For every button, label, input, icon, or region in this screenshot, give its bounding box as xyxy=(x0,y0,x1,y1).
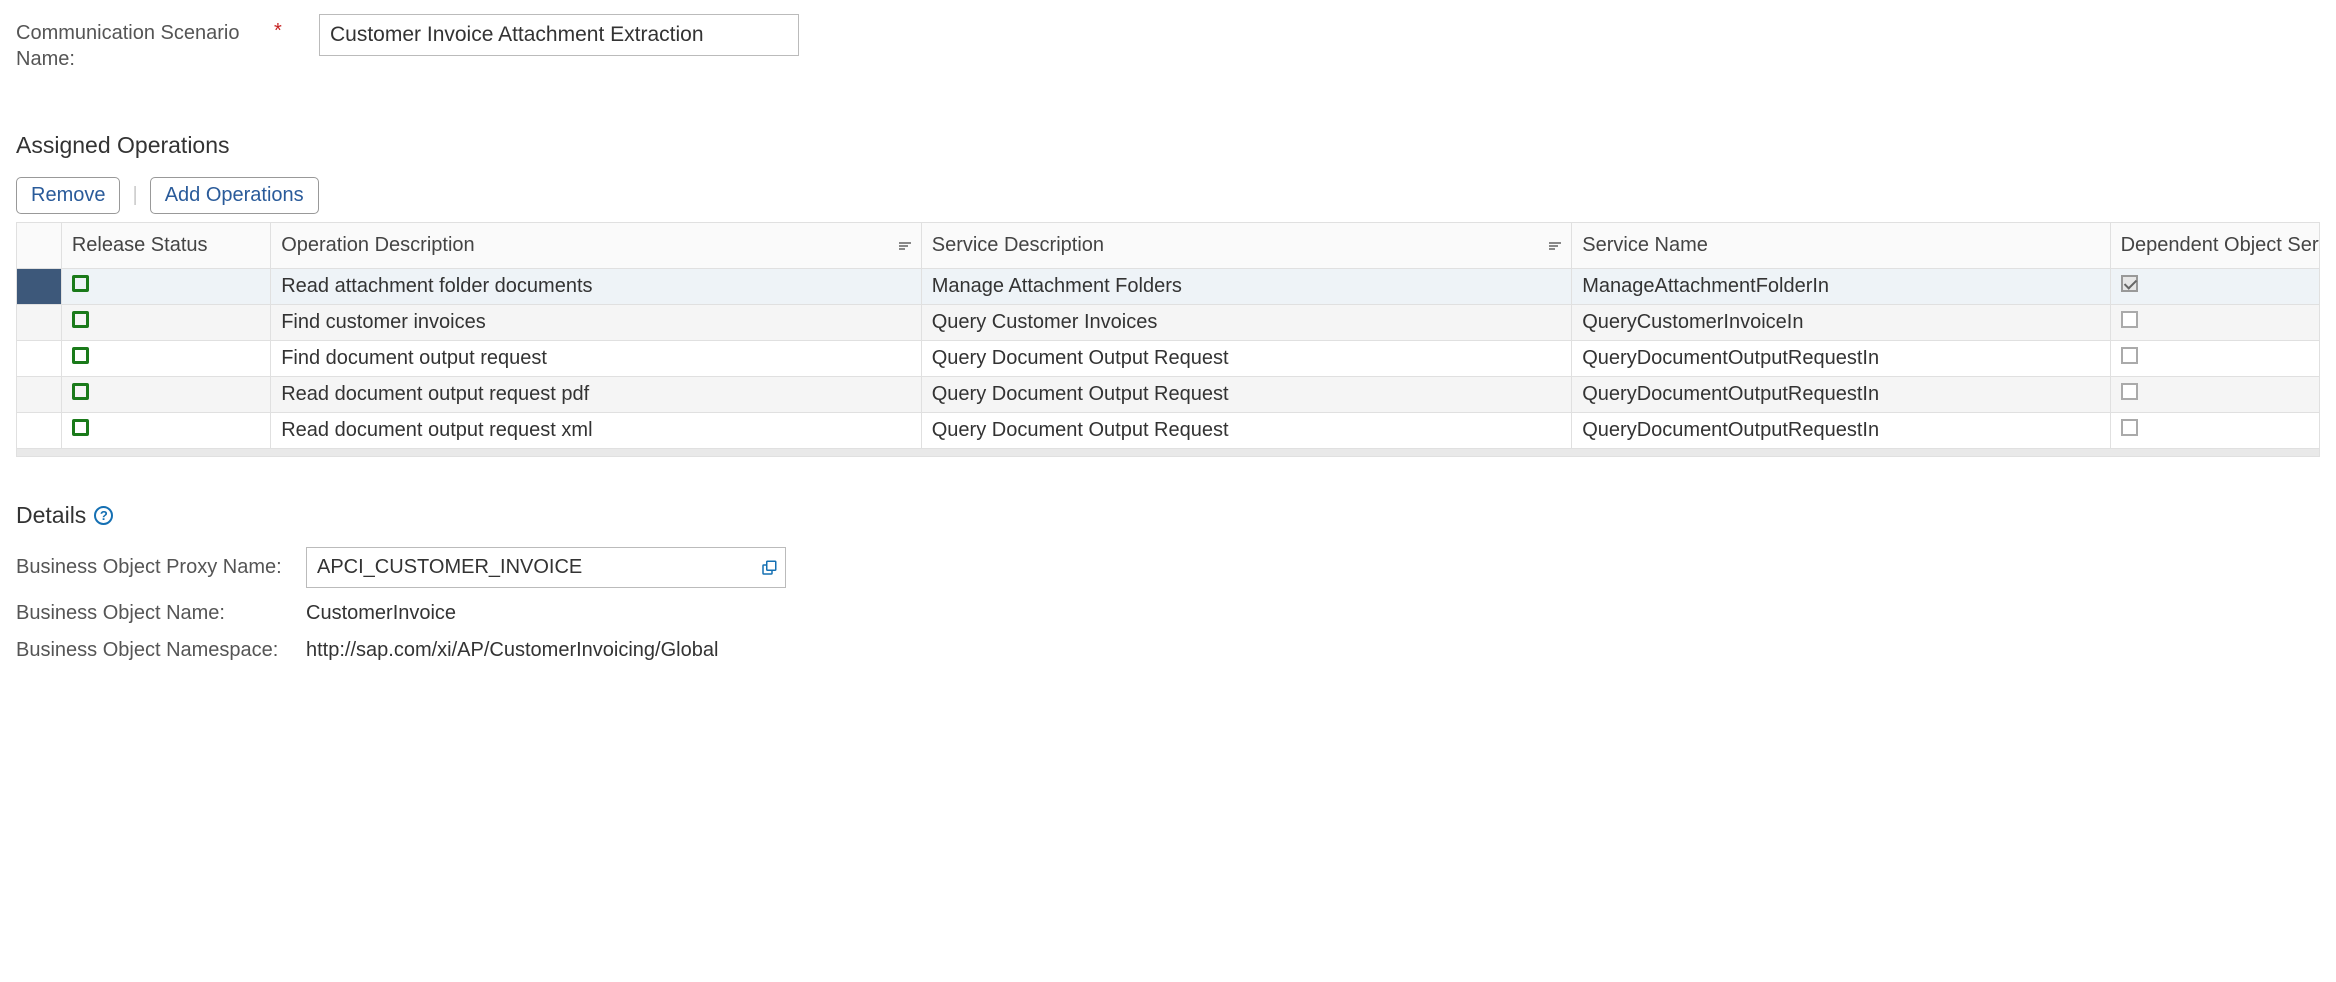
col-operation-description[interactable]: Operation Description xyxy=(271,223,922,269)
service-name-cell: QueryCustomerInvoiceIn xyxy=(1572,305,2110,341)
operation-description-cell: Find document output request xyxy=(271,341,922,377)
col-select xyxy=(17,223,62,269)
col-service-description[interactable]: Service Description xyxy=(921,223,1572,269)
namespace-label: Business Object Namespace: xyxy=(16,639,306,662)
service-description-cell: Query Document Output Request xyxy=(921,341,1572,377)
service-description-cell: Manage Attachment Folders xyxy=(921,269,1572,305)
col-operation-description-label: Operation Description xyxy=(281,234,474,256)
col-dependent-object-service[interactable]: Dependent Object Service xyxy=(2110,223,2319,269)
table-row[interactable]: Find customer invoicesQuery Customer Inv… xyxy=(17,305,2320,341)
value-help-icon[interactable] xyxy=(760,559,778,577)
status-indicator-icon xyxy=(72,347,89,364)
assigned-operations-heading-text: Assigned Operations xyxy=(16,132,230,159)
operation-description-cell: Find customer invoices xyxy=(271,305,922,341)
operation-description-cell: Read document output request pdf xyxy=(271,377,922,413)
table-footer-scrollbar[interactable] xyxy=(16,449,2320,457)
proxy-name-input[interactable] xyxy=(306,547,786,588)
status-indicator-icon xyxy=(72,275,89,292)
row-select-cell[interactable] xyxy=(17,305,62,341)
scenario-name-row: Communication Scenario Name: * xyxy=(16,14,2320,72)
add-operations-button[interactable]: Add Operations xyxy=(150,177,319,214)
sort-icon[interactable] xyxy=(899,242,911,250)
object-name-value: CustomerInvoice xyxy=(306,602,2320,625)
proxy-name-field xyxy=(306,547,786,588)
assigned-operations-heading: Assigned Operations xyxy=(16,132,2320,159)
table-row[interactable]: Find document output requestQuery Docume… xyxy=(17,341,2320,377)
service-name-cell: QueryDocumentOutputRequestIn xyxy=(1572,413,2110,449)
row-select-cell[interactable] xyxy=(17,269,62,305)
dependent-checkbox[interactable] xyxy=(2121,419,2138,436)
row-select-cell[interactable] xyxy=(17,413,62,449)
dependent-cell xyxy=(2110,305,2319,341)
details-heading-text: Details xyxy=(16,502,86,529)
object-name-label: Business Object Name: xyxy=(16,602,306,625)
proxy-name-label: Business Object Proxy Name: xyxy=(16,556,306,579)
required-asterisk: * xyxy=(274,14,289,43)
release-status-cell xyxy=(61,269,270,305)
namespace-value: http://sap.com/xi/AP/CustomerInvoicing/G… xyxy=(306,639,2320,662)
remove-button[interactable]: Remove xyxy=(16,177,120,214)
table-row[interactable]: Read attachment folder documentsManage A… xyxy=(17,269,2320,305)
scenario-name-label: Communication Scenario Name: xyxy=(16,14,266,72)
release-status-cell xyxy=(61,305,270,341)
dependent-checkbox[interactable] xyxy=(2121,275,2138,292)
col-service-name[interactable]: Service Name xyxy=(1572,223,2110,269)
dependent-cell xyxy=(2110,377,2319,413)
details-heading: Details ? xyxy=(16,502,2320,529)
dependent-checkbox[interactable] xyxy=(2121,347,2138,364)
dependent-checkbox[interactable] xyxy=(2121,311,2138,328)
service-name-cell: QueryDocumentOutputRequestIn xyxy=(1572,377,2110,413)
status-indicator-icon xyxy=(72,383,89,400)
table-row[interactable]: Read document output request pdfQuery Do… xyxy=(17,377,2320,413)
service-description-cell: Query Customer Invoices xyxy=(921,305,1572,341)
col-service-description-label: Service Description xyxy=(932,234,1104,256)
scenario-name-input[interactable] xyxy=(319,14,799,56)
table-row[interactable]: Read document output request xmlQuery Do… xyxy=(17,413,2320,449)
service-name-cell: QueryDocumentOutputRequestIn xyxy=(1572,341,2110,377)
release-status-cell xyxy=(61,341,270,377)
status-indicator-icon xyxy=(72,311,89,328)
dependent-checkbox[interactable] xyxy=(2121,383,2138,400)
operations-toolbar: Remove | Add Operations xyxy=(16,177,2320,214)
operations-table: Release Status Operation Description Ser… xyxy=(16,222,2320,449)
row-select-cell[interactable] xyxy=(17,341,62,377)
row-select-cell[interactable] xyxy=(17,377,62,413)
release-status-cell xyxy=(61,413,270,449)
help-icon[interactable]: ? xyxy=(94,506,113,525)
details-grid: Business Object Proxy Name: Business Obj… xyxy=(16,547,2320,662)
service-description-cell: Query Document Output Request xyxy=(921,377,1572,413)
sort-icon[interactable] xyxy=(1549,242,1561,250)
dependent-cell xyxy=(2110,413,2319,449)
operation-description-cell: Read document output request xml xyxy=(271,413,922,449)
release-status-cell xyxy=(61,377,270,413)
status-indicator-icon xyxy=(72,419,89,436)
toolbar-separator: | xyxy=(132,184,137,207)
service-name-cell: ManageAttachmentFolderIn xyxy=(1572,269,2110,305)
col-release-status[interactable]: Release Status xyxy=(61,223,270,269)
service-description-cell: Query Document Output Request xyxy=(921,413,1572,449)
operation-description-cell: Read attachment folder documents xyxy=(271,269,922,305)
dependent-cell xyxy=(2110,269,2319,305)
dependent-cell xyxy=(2110,341,2319,377)
